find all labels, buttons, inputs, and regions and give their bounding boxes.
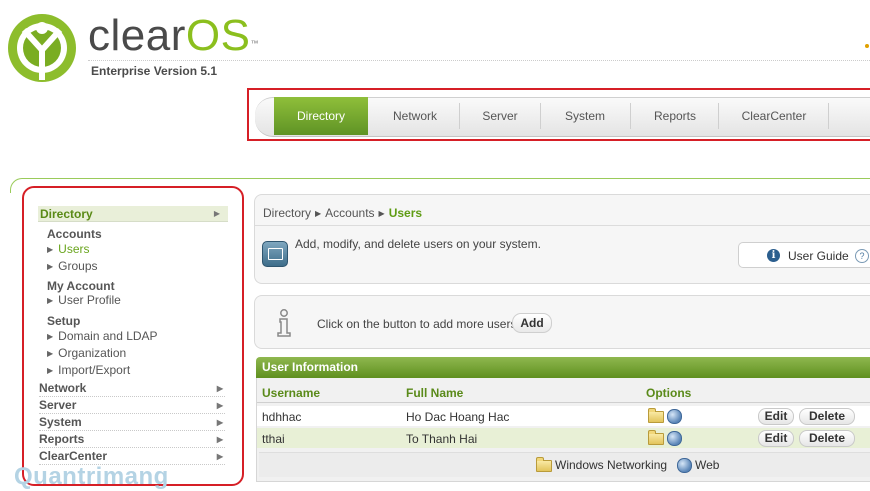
header-divider [88, 60, 870, 61]
users-app-icon [262, 241, 288, 267]
breadcrumb: Directory ▶ Accounts ▶ Users [263, 206, 422, 220]
add-user-hint-text: Click on the button to add more users [317, 317, 517, 331]
breadcrumb-accounts[interactable]: Accounts [325, 206, 374, 220]
globe-icon [677, 458, 692, 473]
user-guide-label: User Guide [788, 249, 849, 263]
triangle-right-icon: ▶ [315, 209, 322, 218]
breadcrumb-users: Users [388, 206, 423, 220]
nav-highlight-box [247, 88, 870, 141]
panel-divider [255, 225, 870, 226]
username-cell: tthai [262, 432, 285, 446]
user-guide-button[interactable]: i User Guide ? [738, 242, 870, 268]
folder-icon [648, 430, 664, 445]
page-summary-panel: Directory ▶ Accounts ▶ Users Add, modify, an… [254, 194, 870, 284]
page-description: Add, modify, and delete users on your sy… [295, 237, 541, 251]
edit-button[interactable]: Edit [758, 430, 794, 447]
info-person-icon [277, 309, 291, 337]
user-table: Username Full Name Options hdhhac Ho Dac… [256, 378, 870, 482]
help-icon: ? [855, 249, 869, 263]
delete-button[interactable]: Delete [799, 408, 855, 425]
globe-icon [667, 431, 682, 446]
folder-icon [536, 457, 552, 472]
add-user-button[interactable]: Add [512, 313, 552, 333]
sidebar-highlight-box [22, 186, 244, 486]
legend-windows-networking: Windows Networking [555, 458, 668, 472]
status-dot [865, 44, 869, 48]
table-row: tthai To Thanh Hai Edit Delete [257, 428, 870, 448]
table-row: hdhhac Ho Dac Hoang Hac Edit Delete [257, 406, 870, 426]
clearos-logo-icon [8, 14, 76, 82]
edition-label: Enterprise Version 5.1 [91, 64, 218, 78]
legend-web: Web [695, 458, 720, 472]
username-cell: hdhhac [262, 410, 302, 424]
user-information-header: User Information [256, 357, 870, 378]
breadcrumb-directory[interactable]: Directory [263, 206, 311, 220]
info-icon: i [767, 249, 780, 262]
triangle-right-icon: ▶ [378, 209, 385, 218]
full-name-cell: Ho Dac Hoang Hac [406, 410, 510, 424]
column-header-full-name[interactable]: Full Name [406, 386, 463, 400]
header-divider [257, 402, 870, 403]
full-name-cell: To Thanh Hai [406, 432, 478, 446]
delete-button[interactable]: Delete [799, 430, 855, 447]
options-legend: Windows Networking Web [259, 452, 870, 477]
add-user-hint-panel: Click on the button to add more users Ad… [254, 295, 870, 349]
column-header-options: Options [646, 386, 692, 400]
clearos-wordmark: clearOS™ [88, 11, 259, 60]
column-header-username[interactable]: Username [262, 386, 320, 400]
header: clearOS™ Enterprise Version 5.1 [0, 0, 870, 95]
globe-icon [667, 409, 682, 424]
folder-icon [648, 408, 664, 423]
edit-button[interactable]: Edit [758, 408, 794, 425]
